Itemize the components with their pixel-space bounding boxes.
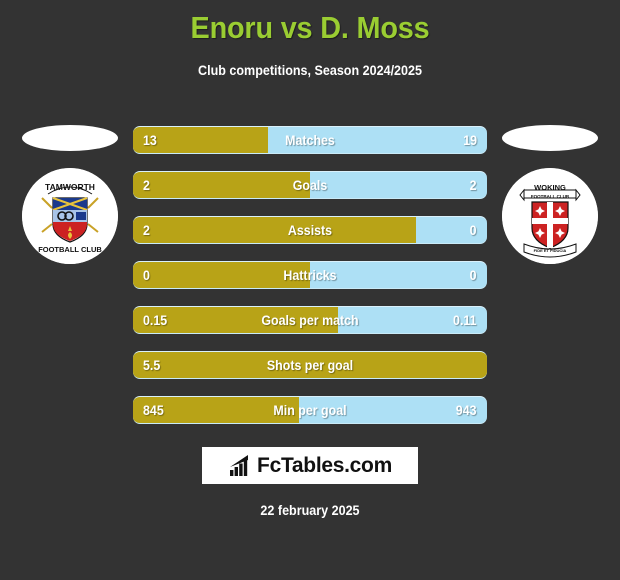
home-badge-plate-ellipse [22, 125, 118, 151]
stat-label: Hattricks [283, 268, 337, 283]
stat-row-matches: 13 Matches 19 [133, 126, 487, 154]
away-value: 0.11 [453, 313, 477, 328]
away-value: 0 [470, 223, 477, 238]
stat-comparison-page: Enoru vs D. Moss Club competitions, Seas… [0, 0, 620, 580]
stat-label: Matches [285, 133, 335, 148]
page-title: Enoru vs D. Moss [190, 10, 430, 45]
svg-text:FIDE ET FIDUCIA: FIDE ET FIDUCIA [534, 248, 567, 253]
stat-label: Shots per goal [266, 358, 354, 373]
fctables-logo-text: FcTables.com [257, 453, 392, 477]
stat-row-goals-per-match: 0.15 Goals per match 0.11 [133, 306, 487, 334]
page-subtitle: Club competitions, Season 2024/2025 [198, 63, 422, 78]
stat-row-min-per-goal: 845 Min per goal 943 [133, 396, 487, 424]
svg-text:FOOTBALL CLUB: FOOTBALL CLUB [531, 194, 570, 199]
stat-label: Assists [287, 223, 333, 238]
stat-row-hattricks: 0 Hattricks 0 [133, 261, 487, 289]
away-badge-plate-ellipse [502, 125, 598, 151]
svg-text:FOOTBALL CLUB: FOOTBALL CLUB [38, 245, 102, 254]
woking-crest-icon: WOKING FOOTBALL CLUB FIDE ET FIDUCIA [502, 168, 598, 264]
away-value: 0 [470, 268, 477, 283]
fctables-logo[interactable]: FcTables.com [202, 447, 418, 484]
report-date: 22 february 2025 [260, 503, 360, 518]
home-club-badge: TAMWORTH FOOTBALL CLUB [22, 168, 118, 264]
away-club-badge: WOKING FOOTBALL CLUB FIDE ET FIDUCIA [502, 168, 598, 264]
svg-text:WOKING: WOKING [534, 183, 566, 192]
away-value: 943 [456, 403, 477, 418]
stat-label: Goals per match [261, 313, 359, 328]
stat-row-goals: 2 Goals 2 [133, 171, 487, 199]
stat-row-shots-per-goal: 5.5 Shots per goal [133, 351, 487, 379]
stat-rows: 13 Matches 19 2 Goals 2 2 Assists 0 0 Ha… [133, 126, 487, 441]
tamworth-crest-icon: TAMWORTH FOOTBALL CLUB [22, 168, 118, 264]
svg-text:TAMWORTH: TAMWORTH [45, 182, 95, 192]
bar-chart-icon [230, 454, 249, 476]
stat-label: Min per goal [273, 403, 347, 418]
stat-row-assists: 2 Assists 0 [133, 216, 487, 244]
away-value: 2 [470, 178, 477, 193]
away-value: 19 [463, 133, 477, 148]
stat-label: Goals [292, 178, 328, 193]
